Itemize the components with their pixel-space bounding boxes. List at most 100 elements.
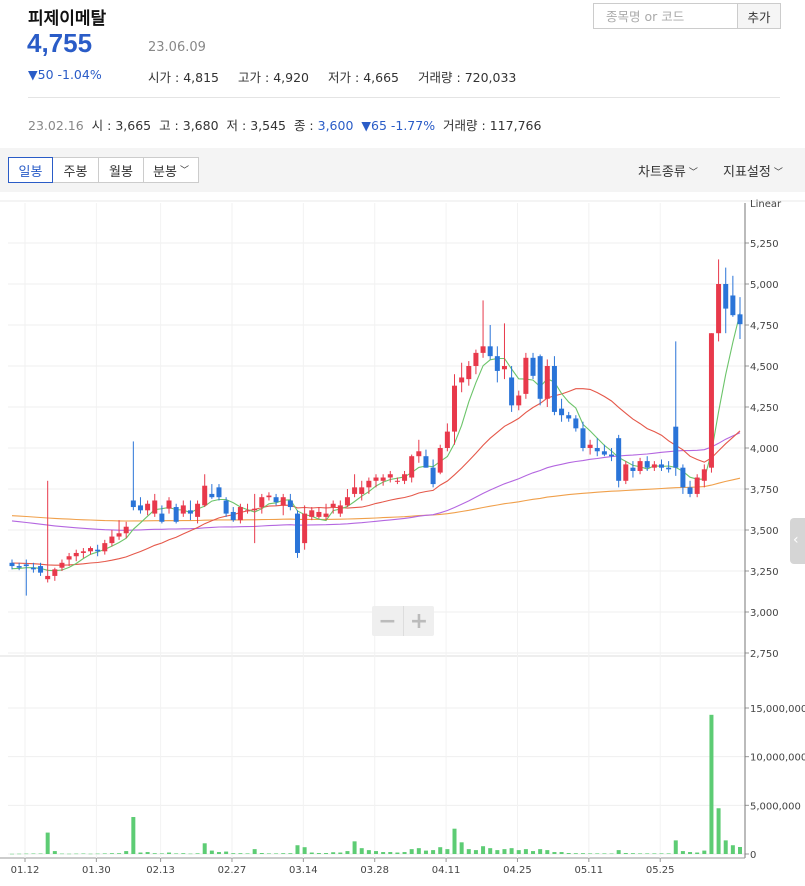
volume-bar bbox=[216, 852, 221, 854]
candle-up bbox=[694, 477, 700, 494]
candle-up bbox=[359, 487, 365, 494]
volume-bar bbox=[673, 840, 678, 854]
candle-down bbox=[23, 564, 29, 567]
hover-low-value: 3,545 bbox=[250, 118, 286, 133]
hover-high-value: 3,680 bbox=[182, 118, 219, 133]
price-tick-label: 3,750 bbox=[750, 485, 779, 496]
candle-up bbox=[166, 500, 172, 509]
volume-bar bbox=[288, 853, 293, 854]
candle-down bbox=[594, 448, 600, 452]
hover-close-value: 3,600 bbox=[317, 118, 354, 133]
candle-down bbox=[658, 464, 664, 468]
volume-bar bbox=[167, 852, 172, 854]
candle-up bbox=[473, 352, 479, 366]
candle-down bbox=[609, 454, 615, 457]
volume-bar bbox=[502, 849, 507, 854]
volume-bar bbox=[366, 850, 371, 854]
candle-up bbox=[266, 495, 272, 498]
price-date: 23.06.09 bbox=[148, 40, 206, 55]
volume-tick-label: 15,000,000 bbox=[750, 704, 805, 715]
candle-up bbox=[344, 497, 350, 506]
high-label: 고가 bbox=[238, 70, 262, 85]
candle-up bbox=[544, 366, 550, 399]
volume-bar bbox=[188, 853, 193, 855]
candle-up bbox=[402, 474, 408, 481]
price-tick-label: 4,500 bbox=[750, 362, 779, 373]
volume-bar bbox=[666, 853, 671, 854]
volume-bar bbox=[545, 850, 550, 854]
volume-bar bbox=[338, 852, 343, 854]
candle-down bbox=[38, 566, 44, 573]
indicator-label: 지표설정 bbox=[723, 165, 771, 180]
volume-bar bbox=[602, 853, 607, 854]
candle-up bbox=[387, 474, 393, 478]
candle-up bbox=[480, 346, 486, 353]
high-price: 고가 : 4,920 bbox=[238, 70, 309, 85]
chart-type-label: 차트종류 bbox=[638, 165, 686, 180]
volume-bar bbox=[566, 853, 571, 854]
candle-up bbox=[452, 385, 458, 432]
candle-up bbox=[330, 503, 336, 508]
side-panel-toggle[interactable]: ‹ bbox=[790, 518, 805, 564]
volume-bar bbox=[516, 850, 521, 854]
volume-bar bbox=[131, 817, 136, 854]
x-tick-label: 05.25 bbox=[646, 865, 675, 876]
high-value: 4,920 bbox=[273, 70, 309, 85]
candle-up bbox=[708, 333, 714, 468]
price-tick-label: 5,000 bbox=[750, 280, 779, 291]
volume-bar bbox=[202, 843, 207, 854]
chart-type-menu[interactable]: 차트종류 ﹀ bbox=[638, 161, 698, 180]
tab-daily[interactable]: 일봉 bbox=[8, 157, 53, 183]
indicator-settings-menu[interactable]: 지표설정 ﹀ bbox=[723, 161, 783, 180]
candle-up bbox=[252, 508, 258, 511]
candle-up bbox=[123, 526, 129, 534]
hover-change: ▼65 -1.77% bbox=[361, 118, 436, 133]
hover-high-label: 고 bbox=[159, 118, 171, 133]
volume-bar bbox=[316, 853, 321, 854]
volume-bar bbox=[17, 853, 22, 855]
search-input[interactable] bbox=[594, 4, 737, 28]
minus-icon[interactable]: − bbox=[372, 606, 403, 636]
price-tick-label: 4,000 bbox=[750, 444, 779, 455]
candle-down bbox=[187, 510, 193, 514]
volume-label: 거래량 bbox=[418, 70, 453, 85]
stock-search: 추가 bbox=[593, 3, 781, 29]
volume-bar bbox=[495, 850, 500, 854]
volume-bar bbox=[174, 853, 179, 854]
hover-close-label: 종 bbox=[293, 118, 306, 133]
volume-bar bbox=[302, 847, 307, 854]
volume-bar bbox=[709, 714, 714, 854]
volume-bar bbox=[680, 851, 685, 854]
candle-up bbox=[352, 487, 358, 494]
divider bbox=[28, 97, 780, 98]
tab-weekly[interactable]: 주봉 bbox=[52, 157, 99, 183]
x-tick-label: 02.13 bbox=[146, 865, 175, 876]
price-tick-label: 3,250 bbox=[750, 567, 779, 578]
volume-bar bbox=[488, 848, 493, 854]
volume-bar bbox=[209, 850, 214, 854]
candle-up bbox=[109, 536, 115, 544]
volume-bar bbox=[438, 847, 443, 854]
candle-up bbox=[52, 569, 58, 576]
volume-bar bbox=[730, 845, 735, 854]
candle-down bbox=[666, 467, 672, 470]
candle-up bbox=[80, 551, 86, 553]
candle-down bbox=[559, 408, 565, 416]
candle-down bbox=[509, 377, 515, 406]
candle-up bbox=[637, 461, 643, 471]
volume-bar bbox=[324, 853, 329, 854]
zoom-control: − + bbox=[372, 606, 434, 636]
open-price: 시가 : 4,815 bbox=[148, 70, 219, 85]
add-button[interactable]: 추가 bbox=[737, 4, 780, 28]
candle-down bbox=[9, 562, 15, 567]
candle-down bbox=[601, 451, 607, 455]
volume-bar bbox=[45, 832, 50, 854]
stock-chart[interactable]: 5,250 5,000 4,750 4,500 4,250 4,000 3,750 3,500… bbox=[0, 195, 805, 886]
volume-bar bbox=[38, 853, 43, 855]
candle-up bbox=[523, 357, 529, 394]
price-tick-label: 2,750 bbox=[750, 649, 779, 660]
tab-monthly[interactable]: 월봉 bbox=[98, 157, 144, 183]
candle-up bbox=[316, 511, 322, 517]
plus-icon[interactable]: + bbox=[403, 606, 434, 636]
tab-minute[interactable]: 분봉 ﹀ bbox=[143, 157, 199, 183]
